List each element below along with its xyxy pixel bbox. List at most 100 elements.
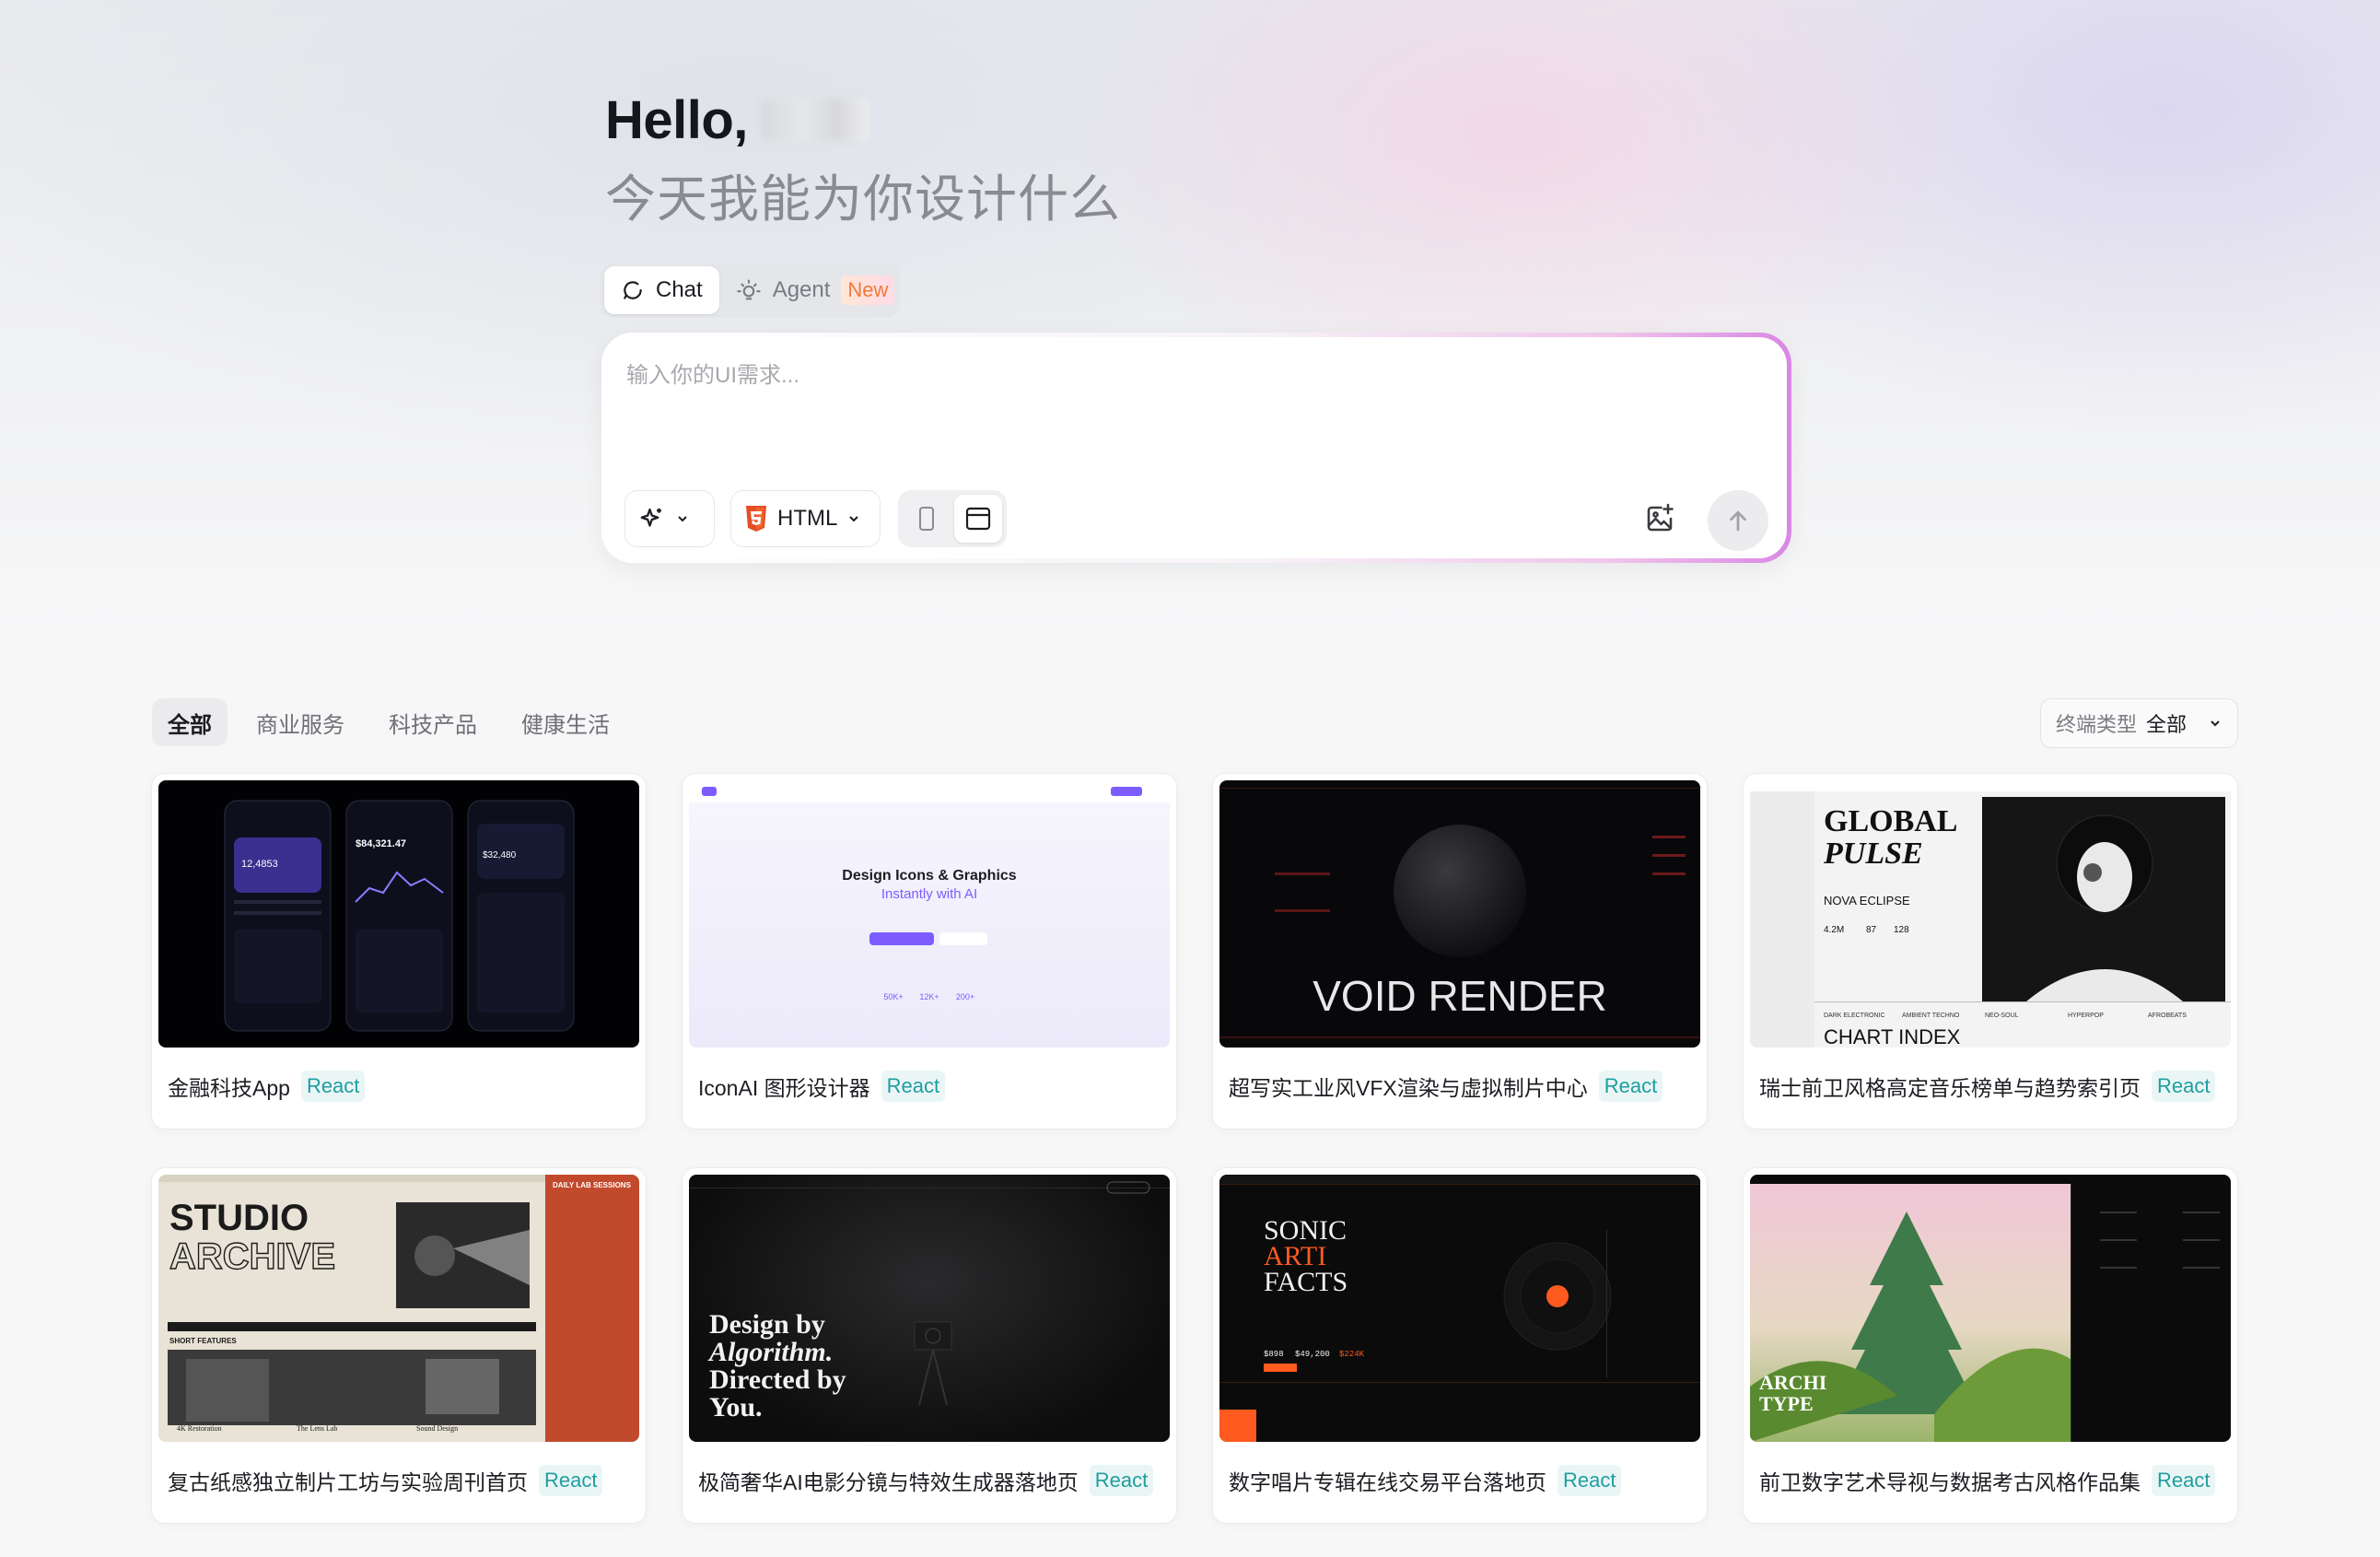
template-card[interactable]: Design by Algorithm. Directed by You. 极简… [682,1168,1176,1523]
framework-tag: React [881,1071,946,1102]
new-badge: New [841,275,895,305]
card-title: 复古纸感独立制片工坊与实验周刊首页 [168,1470,528,1494]
pulse-genre-2: AMBIENT TECHNO [1902,1013,1960,1019]
card-title: 前卫数字艺术导视与数据考古风格作品集 [1759,1470,2141,1494]
pulse-title-2: PULSE [1823,837,1923,871]
iconai-stat-2: 12K+ [919,992,939,1001]
studio-title-1: STUDIO [169,1198,309,1238]
pulse-title-1: GLOBAL [1824,804,1957,838]
framework-tag: React [1598,1071,1663,1102]
fintech-savings: $32,480 [483,850,517,860]
tab-business[interactable]: 商业服务 [240,698,360,746]
studio-title-2: ARCHIVE [169,1236,335,1277]
card-thumbnail-sonic-artifacts: SONIC ARTI FACTS $898 $49,200 $224K [1219,1175,1700,1442]
browser-window-icon [965,507,991,531]
framework-label: HTML [777,506,838,531]
template-card[interactable]: ARCHI TYPE 前卫数字艺术导视与数据考古风格作品集 React [1744,1168,2237,1523]
iconai-stat-3: 200+ [956,992,974,1001]
greeting-hello: Hello, [605,89,748,150]
device-toggle [898,490,1007,547]
template-card[interactable]: GLOBAL PULSE NOVA ECLIPSE 4.2M 87 128 DA… [1744,774,2237,1129]
pulse-chart-index: CHART INDEX [1824,1025,1961,1048]
pulse-genre-5: AFROBEATS [2148,1013,2187,1019]
design-line-2: Algorithm. [707,1337,833,1367]
image-add-icon [1647,503,1674,532]
card-thumbnail-void-render: VOID RENDER [1219,780,1700,1048]
chat-icon [624,281,642,299]
studio-feature-1: 4K Restoration [177,1424,222,1433]
framework-select[interactable]: HTML [730,490,881,547]
archi-title-1: ARCHI [1759,1371,1826,1394]
card-title-row: 超写实工业风VFX渲染与虚拟制片中心 React [1229,1071,1663,1102]
bulb-icon [736,279,761,300]
pulse-stat-2: 87 [1866,925,1877,935]
card-title-row: 数字唱片专辑在线交易平台落地页 React [1229,1465,1622,1496]
mode-chat-button[interactable]: Chat [604,266,719,314]
framework-tag: React [2152,1071,2216,1102]
template-card[interactable]: Design Icons & Graphics Instantly with A… [682,774,1176,1129]
blurred-username [760,99,869,141]
card-title: 超写实工业风VFX渲染与虚拟制片中心 [1229,1076,1588,1100]
sparkle-icon [640,508,661,527]
card-thumbnail-design-algorithm: Design by Algorithm. Directed by You. [689,1175,1170,1442]
filter-label: 终端类型 [2056,713,2138,736]
chevron-down-icon [2211,720,2220,727]
card-thumbnail-global-pulse: GLOBAL PULSE NOVA ECLIPSE 4.2M 87 128 DA… [1750,780,2231,1048]
magic-options-button[interactable] [624,490,715,547]
framework-tag: React [300,1071,366,1102]
mobile-icon [919,507,934,531]
pulse-stat-3: 128 [1894,925,1909,935]
device-mobile-button[interactable] [903,495,951,543]
template-card[interactable]: SONIC ARTI FACTS $898 $49,200 $224K 数字唱片… [1213,1168,1707,1523]
filter-value: 全部 [2146,713,2188,736]
category-tabs: 全部 商业服务 科技产品 健康生活 [152,698,625,746]
chevron-down-icon [849,516,859,522]
design-line-4: You. [709,1392,763,1422]
device-type-filter[interactable]: 终端类型 全部 [2040,698,2238,748]
pulse-genre-3: NEO-SOUL [1985,1013,2019,1019]
chevron-down-icon [678,516,687,522]
mode-switch: Chat Agent New [601,263,900,318]
card-title: IconAI 图形设计器 [698,1076,870,1100]
framework-tag: React [539,1465,603,1496]
studio-daily-lab: DAILY LAB SESSIONS [553,1181,632,1189]
template-card[interactable]: STUDIO ARCHIVE DAILY LAB SESSIONS SHORT … [152,1168,646,1523]
pulse-genre-4: HYPERPOP [2068,1013,2104,1019]
template-card[interactable]: VOID RENDER 超写实工业风VFX渲染与虚拟制片中心 React [1213,774,1707,1129]
device-desktop-button[interactable] [954,495,1002,543]
card-title: 极简奢华AI电影分镜与特效生成器落地页 [698,1470,1079,1494]
tab-health[interactable]: 健康生活 [506,698,625,746]
card-title-row: 前卫数字艺术导视与数据考古风格作品集 React [1759,1465,2216,1496]
card-title: 数字唱片专辑在线交易平台落地页 [1229,1470,1546,1494]
image-upload-button[interactable] [1639,498,1680,539]
sonic-stat-2: $49,200 [1295,1350,1330,1359]
iconai-stat-1: 50K+ [883,992,903,1001]
framework-tag: React [1558,1465,1622,1496]
card-title: 瑞士前卫风格高定音乐榜单与趋势索引页 [1759,1076,2141,1100]
studio-short-features: SHORT FEATURES [169,1337,237,1345]
pulse-genre-1: DARK ELECTRONIC [1824,1013,1885,1019]
send-button[interactable] [1708,490,1768,551]
framework-tag: React [1089,1465,1154,1496]
fintech-total: $84,321.47 [356,838,406,849]
mode-chat-label: Chat [656,277,703,302]
greeting-subtitle: 今天我能为你设计什么 [605,170,1122,228]
prompt-input[interactable] [626,357,1732,394]
html5-icon [746,506,766,532]
prompt-card: HTML [601,333,1791,563]
mode-agent-button[interactable]: Agent New [719,266,912,314]
sonic-title-3: FACTS [1264,1267,1348,1297]
pulse-stat-1: 4.2M [1824,925,1844,935]
tab-all[interactable]: 全部 [152,698,228,746]
framework-tag: React [2152,1465,2216,1496]
card-thumbnail-fintech: 12,4853 $84,321.47 $32,480 [158,780,639,1048]
design-line-3: Directed by [709,1364,846,1395]
card-thumbnail-iconai: Design Icons & Graphics Instantly with A… [689,780,1170,1048]
tab-tech[interactable]: 科技产品 [373,698,493,746]
mode-agent-label: Agent [772,277,831,302]
studio-feature-3: Sound Design [416,1424,458,1433]
design-line-1: Design by [709,1309,825,1340]
template-card[interactable]: 12,4853 $84,321.47 $32,480 金融科技App React [152,774,646,1129]
card-title-row: 极简奢华AI电影分镜与特效生成器落地页 React [698,1465,1154,1496]
sonic-stat-1: $898 [1264,1350,1284,1359]
